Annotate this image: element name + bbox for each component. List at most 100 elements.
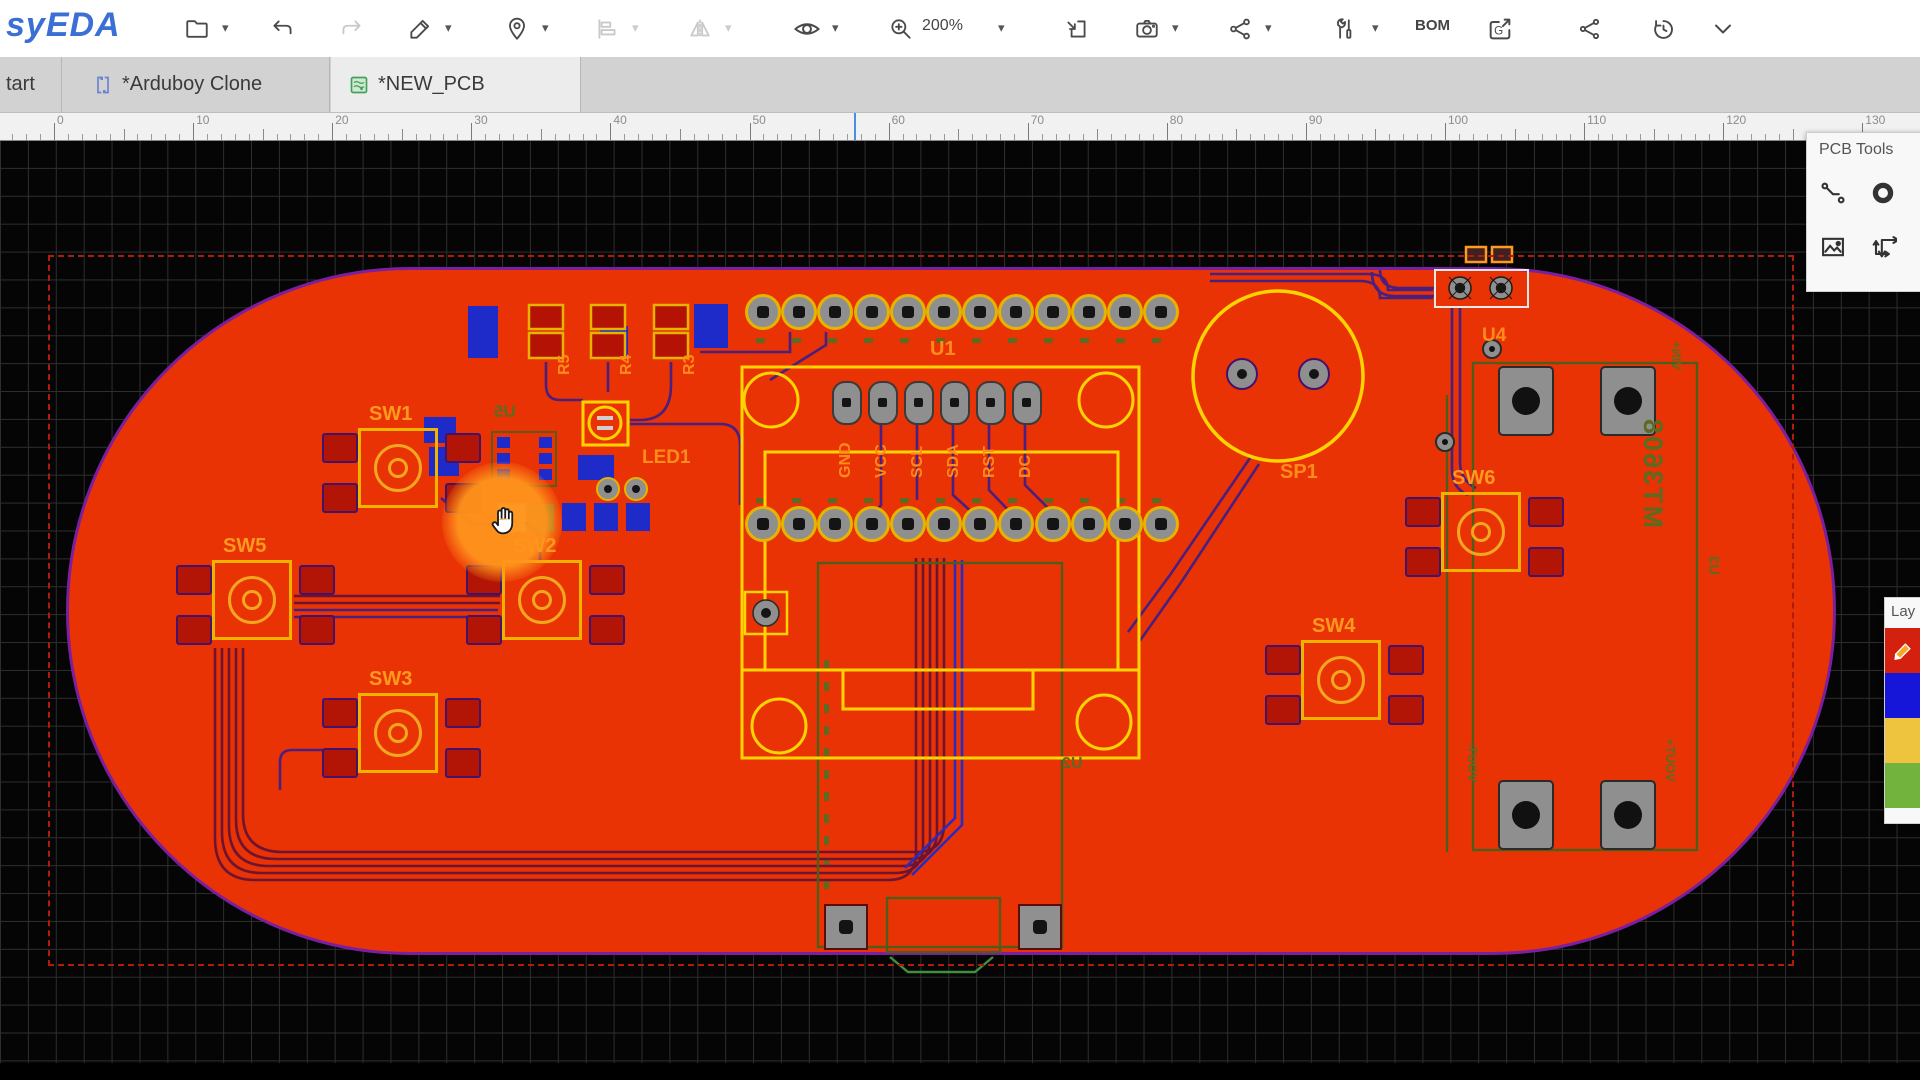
draw-caret[interactable]: ▾ — [445, 20, 452, 36]
layer-swatch-top-silk-layer[interactable] — [1885, 718, 1920, 763]
switch-pad[interactable] — [466, 615, 502, 645]
through-hole-pad[interactable] — [1071, 506, 1107, 542]
through-hole-pad[interactable] — [854, 294, 890, 330]
bottom-pad[interactable] — [562, 503, 586, 531]
switch-sw5[interactable]: SW5 — [212, 560, 292, 640]
refdes-led1[interactable]: LED1 — [642, 447, 691, 469]
switch-sw2[interactable]: SW2 — [502, 560, 582, 640]
bottom-pad[interactable] — [539, 437, 552, 448]
refdes-u4[interactable]: U4 — [1482, 325, 1506, 347]
through-hole-pad[interactable] — [926, 294, 962, 330]
align-caret[interactable]: ▾ — [632, 20, 639, 36]
bottom-pad[interactable] — [539, 453, 552, 464]
zoom-in-icon[interactable] — [886, 14, 916, 44]
refdes-u5-mirrored[interactable]: U5 — [494, 402, 516, 422]
switch-pad[interactable] — [322, 483, 358, 513]
switch-pad[interactable] — [1388, 695, 1424, 725]
track-tool-icon[interactable] — [1815, 175, 1851, 211]
undo-icon[interactable] — [268, 14, 298, 44]
bottom-pad[interactable] — [497, 453, 510, 464]
switch-pad[interactable] — [299, 565, 335, 595]
refdes-sp1[interactable]: SP1 — [1280, 461, 1318, 484]
bottom-pad[interactable] — [600, 326, 628, 358]
refdes-u2-mirrored[interactable]: U2 — [1062, 755, 1082, 773]
through-hole-pad[interactable] — [890, 294, 926, 330]
refdes-r5[interactable]: R5 — [556, 355, 574, 375]
route-caret[interactable]: ▾ — [1265, 20, 1272, 36]
oval-pad[interactable] — [832, 381, 862, 425]
open-file-icon[interactable] — [182, 14, 212, 44]
history-icon[interactable] — [1648, 14, 1678, 44]
module-name-mt3608-mirrored[interactable]: MT3608 — [1637, 417, 1668, 528]
selected-pad[interactable] — [497, 503, 527, 533]
usb-shield-pad[interactable] — [824, 904, 868, 950]
tab-new-pcb[interactable]: *NEW_PCB — [331, 57, 581, 112]
tools-icon[interactable] — [1330, 14, 1360, 44]
switch-pad[interactable] — [1528, 497, 1564, 527]
through-hole-pad[interactable] — [962, 506, 998, 542]
bottom-pad[interactable] — [578, 455, 614, 480]
refdes-u1[interactable]: U1 — [930, 338, 956, 361]
through-hole-pad[interactable] — [854, 506, 890, 542]
through-hole-pad[interactable] — [745, 294, 781, 330]
switch-pad[interactable] — [322, 433, 358, 463]
tab-arduboy-clone[interactable]: *Arduboy Clone — [75, 57, 330, 112]
draw-pencil-icon[interactable] — [405, 14, 435, 44]
align-icon[interactable] — [592, 14, 622, 44]
mirror-caret[interactable]: ▾ — [725, 20, 732, 36]
switch-pad[interactable] — [322, 748, 358, 778]
through-hole-pad[interactable] — [926, 506, 962, 542]
switch-pad[interactable] — [1528, 547, 1564, 577]
bom-button[interactable]: BOM — [1415, 17, 1450, 34]
dimension-tool-icon[interactable] — [1865, 229, 1901, 265]
switch-pad[interactable] — [176, 615, 212, 645]
through-hole-pad[interactable] — [1143, 506, 1179, 542]
switch-pad[interactable] — [589, 615, 625, 645]
oval-pad[interactable] — [940, 381, 970, 425]
refdes-u3-mirrored[interactable]: U3 — [1705, 556, 1722, 575]
switch-pad[interactable] — [445, 433, 481, 463]
module-pad[interactable] — [1498, 366, 1554, 436]
switch-pad[interactable] — [445, 483, 481, 513]
switch-pad[interactable] — [322, 698, 358, 728]
bottom-pad[interactable] — [594, 503, 618, 531]
through-hole-pad[interactable] — [745, 506, 781, 542]
bottom-pad[interactable] — [468, 306, 498, 358]
pcb-board[interactable] — [66, 267, 1836, 955]
refdes-r3[interactable]: R3 — [681, 355, 699, 375]
switch-pad[interactable] — [445, 748, 481, 778]
switch-pad[interactable] — [1405, 497, 1441, 527]
layer-swatch-bottom-silk-layer[interactable] — [1885, 763, 1920, 808]
switch-pad[interactable] — [1265, 645, 1301, 675]
bottom-pad[interactable] — [497, 437, 510, 448]
switch-pad[interactable] — [1265, 695, 1301, 725]
share-icon[interactable] — [1575, 14, 1605, 44]
switch-sw3[interactable]: SW3 — [358, 693, 438, 773]
layer-swatch-bottom-layer[interactable] — [1885, 673, 1920, 718]
route-nets-icon[interactable] — [1225, 14, 1255, 44]
switch-sw6[interactable]: SW6 — [1441, 492, 1521, 572]
import-icon[interactable] — [1062, 14, 1092, 44]
switch-sw1[interactable]: SW1 — [358, 428, 438, 508]
refdes-r4[interactable]: R4 — [618, 355, 636, 375]
usb-shield-pad[interactable] — [1018, 904, 1062, 950]
tab-start[interactable]: tart — [0, 57, 62, 112]
origin-pin-icon[interactable] — [502, 14, 532, 44]
module-pad[interactable] — [1600, 780, 1656, 850]
switch-pad[interactable] — [445, 698, 481, 728]
layer-swatch-top-layer[interactable] — [1885, 628, 1920, 673]
through-hole-pad[interactable] — [890, 506, 926, 542]
snapshot-caret[interactable]: ▾ — [1172, 20, 1179, 36]
switch-pad[interactable] — [589, 565, 625, 595]
smd-pad[interactable] — [528, 504, 554, 532]
oval-pad[interactable] — [868, 381, 898, 425]
bottom-pad[interactable] — [539, 469, 552, 480]
oval-pad[interactable] — [1012, 381, 1042, 425]
redo-icon[interactable] — [336, 14, 366, 44]
through-hole-pad[interactable] — [1143, 294, 1179, 330]
view-caret[interactable]: ▾ — [832, 20, 839, 36]
bottom-pad[interactable] — [497, 469, 510, 480]
switch-pad[interactable] — [1405, 547, 1441, 577]
switch-pad[interactable] — [466, 565, 502, 595]
through-hole-pad[interactable] — [1035, 294, 1071, 330]
